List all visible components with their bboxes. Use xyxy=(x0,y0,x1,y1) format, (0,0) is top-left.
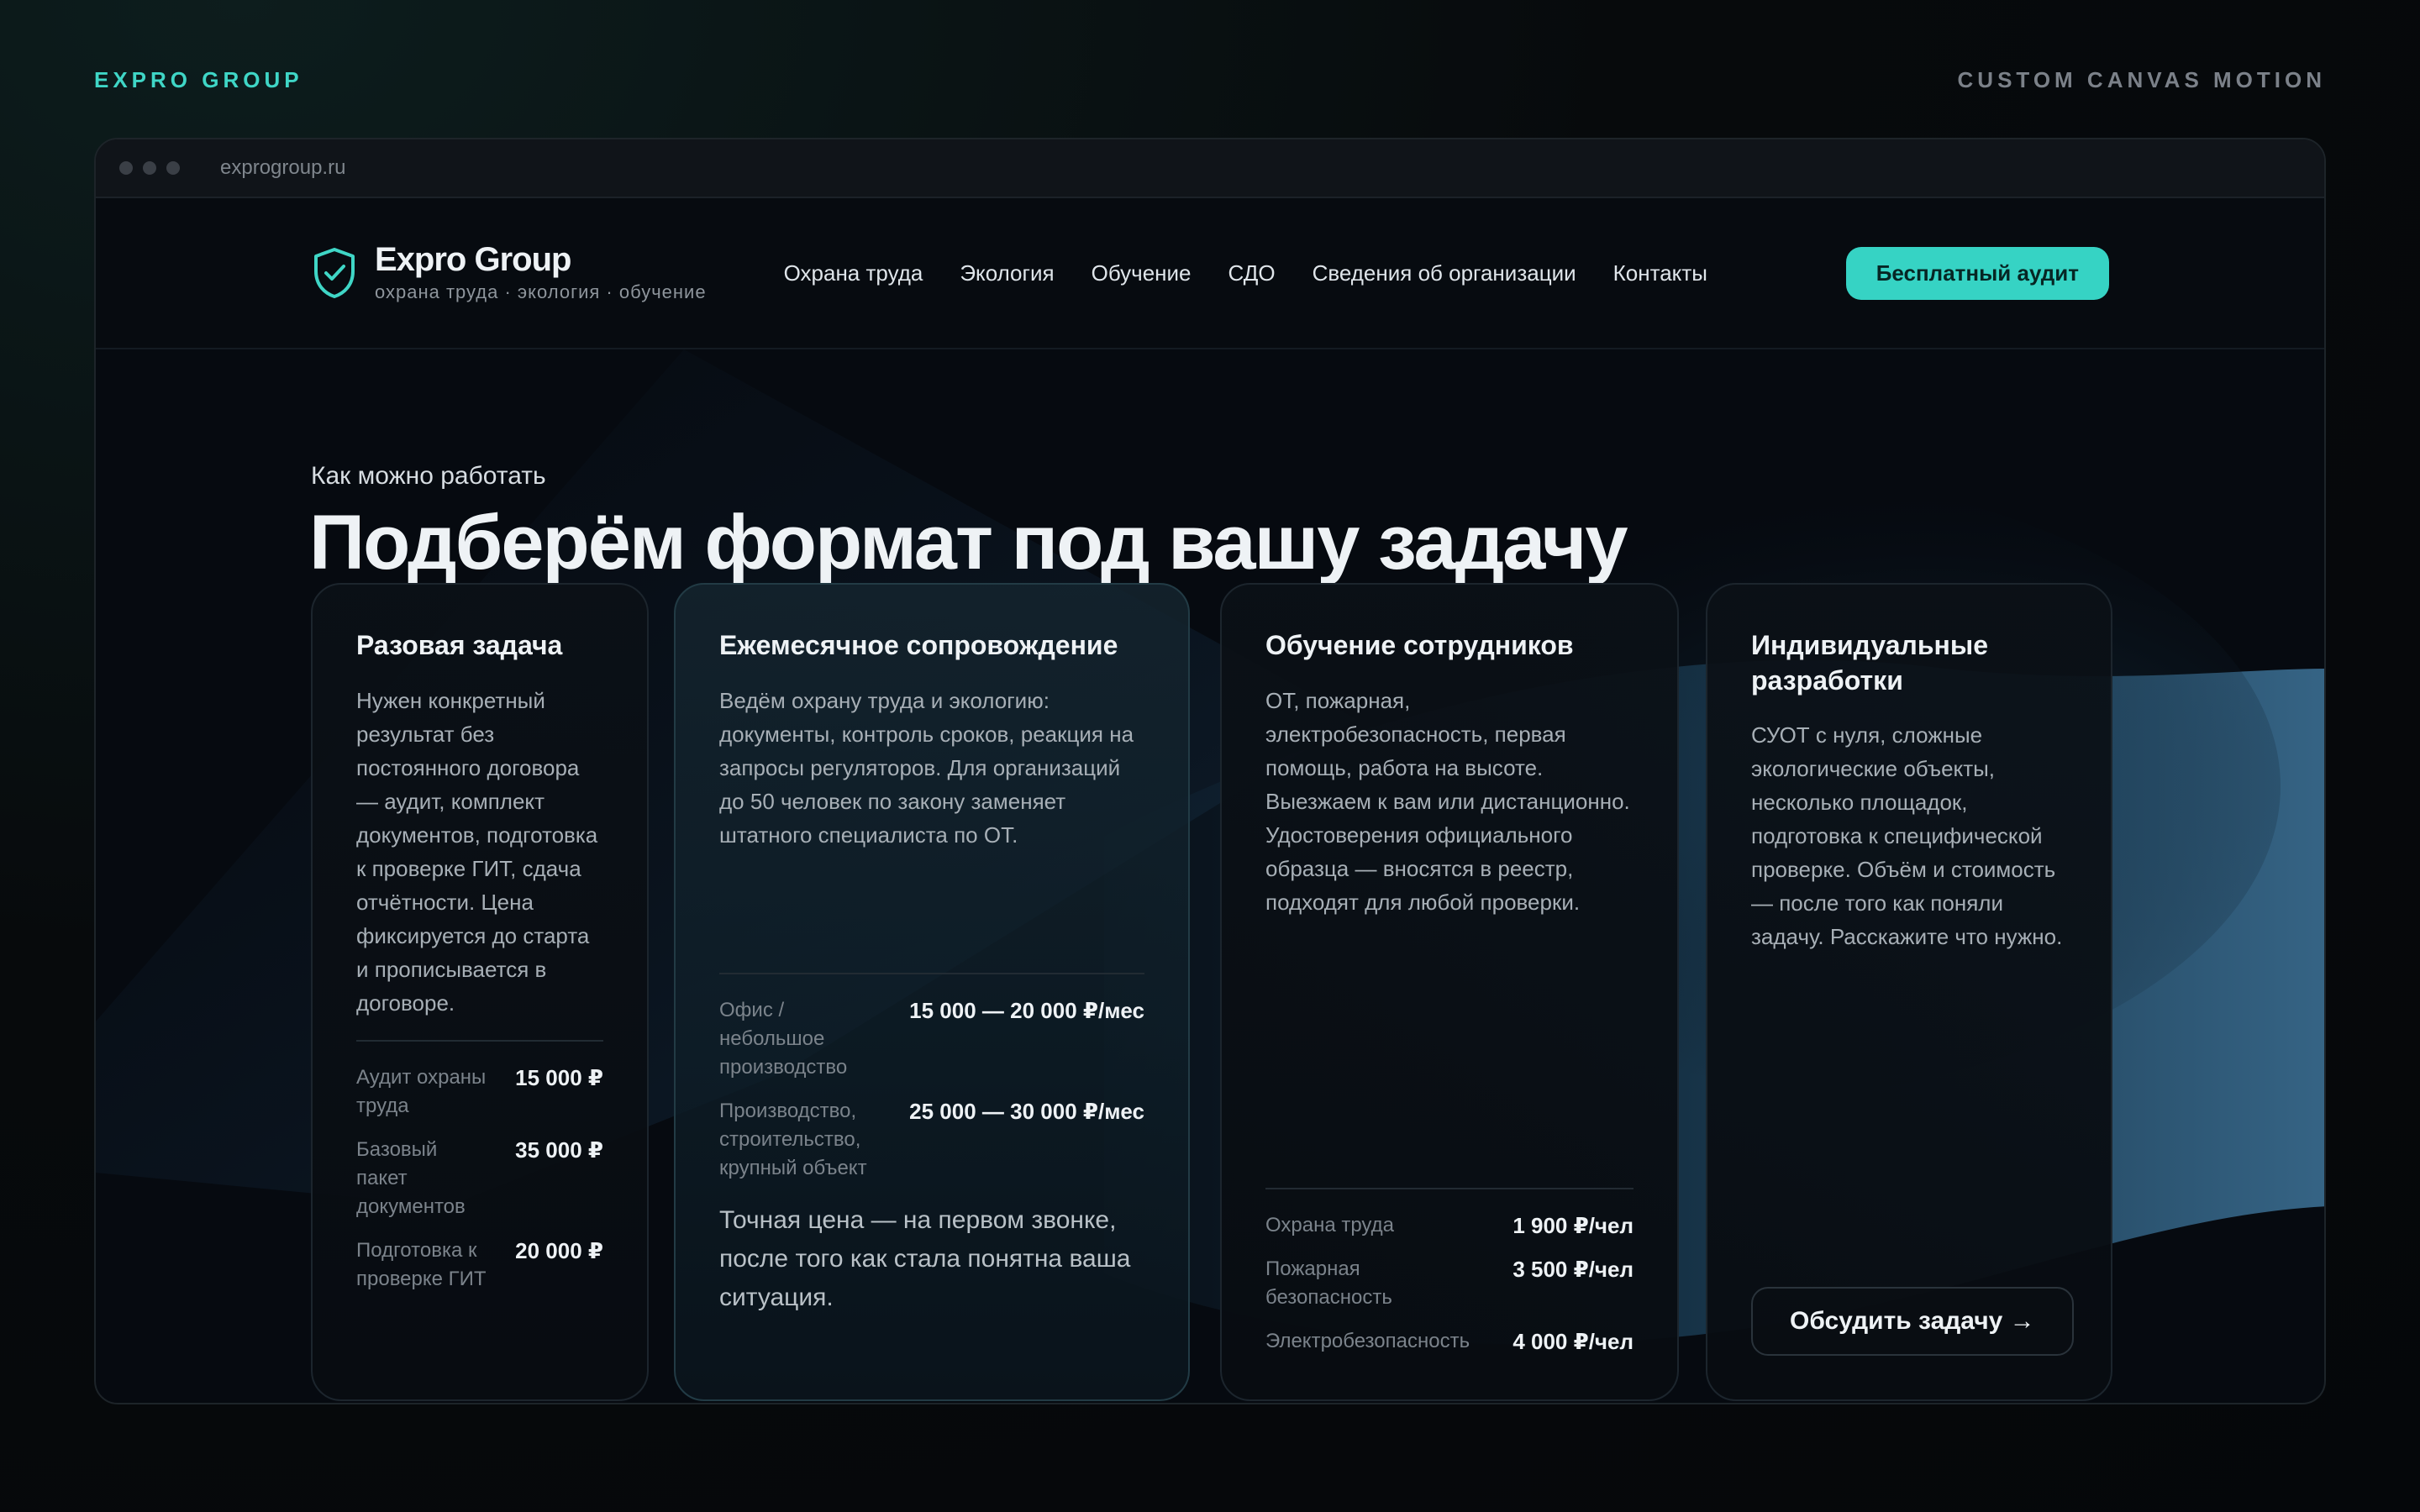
price-label: Базовый пакет документов xyxy=(356,1137,466,1218)
nav-item-contacts[interactable]: Контакты xyxy=(1613,260,1707,286)
price-label: Охрана труда xyxy=(1265,1214,1394,1236)
card-custom-development: Индивидуальные разработки СУОТ с нуля, с… xyxy=(1706,583,2112,1401)
nav-item-organization[interactable]: Сведения об организации xyxy=(1313,260,1576,286)
price-value: 25 000 — 30 000 ₽/мес xyxy=(909,1098,1144,1124)
card-description: СУОТ с нуля, сложные экологические объек… xyxy=(1751,722,2063,950)
card-description: Нужен конкретный результат без постоянно… xyxy=(356,687,598,1016)
card-employee-training: Обучение сотрудников ОТ, пожарная, элект… xyxy=(1220,583,1679,1401)
logo-name: Expro Group xyxy=(375,241,571,278)
price-note: Точная цена — на первом звонке, после то… xyxy=(719,1205,1131,1311)
price-row: Базовый пакет документов 35 000 ₽ xyxy=(356,1136,603,1221)
price-value: 1 900 ₽/чел xyxy=(1512,1213,1634,1238)
price-value: 3 500 ₽/чел xyxy=(1512,1257,1634,1282)
discuss-task-button[interactable]: Обсудить задачу → xyxy=(1751,1287,2074,1356)
card-description: Ведём охрану труда и экологию: документы… xyxy=(719,687,1134,848)
nav-item-sdo[interactable]: СДО xyxy=(1228,260,1276,286)
brand-label: EXPRO GROUP xyxy=(94,67,303,92)
section-kicker: Как можно работать xyxy=(311,462,546,490)
divider xyxy=(1265,1188,1634,1189)
browser-toolbar: exprogroup.ru xyxy=(96,139,2324,198)
price-row: Электробезопасность 4 000 ₽/чел xyxy=(1265,1327,1634,1356)
price-row: Офис / небольшое производство 15 000 — 2… xyxy=(719,996,1144,1082)
price-label: Офис / небольшое производство xyxy=(719,998,848,1079)
price-value: 20 000 ₽ xyxy=(515,1237,603,1263)
site-header: Expro Group охрана труда · экология · об… xyxy=(96,198,2324,349)
price-value: 15 000 ₽ xyxy=(515,1064,603,1090)
card-title: Индивидуальные разработки xyxy=(1751,630,1988,696)
price-value: 15 000 — 20 000 ₽/мес xyxy=(909,997,1144,1023)
address-bar[interactable]: exprogroup.ru xyxy=(220,156,345,180)
card-one-time-task: Разовая задача Нужен конкретный результа… xyxy=(311,583,649,1401)
shield-check-icon xyxy=(314,248,355,298)
browser-window: exprogroup.ru Expro Group охрана труда ·… xyxy=(94,138,2326,1404)
price-label: Пожарная безопасность xyxy=(1265,1257,1392,1309)
price-row: Аудит охраны труда 15 000 ₽ xyxy=(356,1063,603,1121)
price-label: Электробезопасность xyxy=(1265,1330,1470,1352)
card-monthly-support: Ежемесячное сопровождение Ведём охрану т… xyxy=(674,583,1190,1401)
price-label: Производство, строительство, крупный объ… xyxy=(719,1099,867,1179)
price-row: Охрана труда 1 900 ₽/чел xyxy=(1265,1211,1634,1240)
price-value: 35 000 ₽ xyxy=(515,1137,603,1163)
window-dot-icon xyxy=(143,161,156,175)
free-audit-button[interactable]: Бесплатный аудит xyxy=(1845,246,2109,300)
nav-item-ecology[interactable]: Экология xyxy=(960,260,1054,286)
price-list: Охрана труда 1 900 ₽/чел Пожарная безопа… xyxy=(1265,1188,1634,1356)
card-title: Разовая задача xyxy=(356,630,563,660)
site-logo[interactable]: Expro Group охрана труда · экология · об… xyxy=(311,243,707,303)
window-dot-icon xyxy=(119,161,133,175)
logo-tagline: охрана труда · экология · обучение xyxy=(375,281,707,302)
card-description: ОТ, пожарная, электробезопасность, перва… xyxy=(1265,687,1630,915)
main-menu: Охрана труда Экология Обучение СДО Сведе… xyxy=(784,260,1744,286)
price-row: Производство, строительство, крупный объ… xyxy=(719,1097,1144,1183)
window-dot-icon xyxy=(166,161,180,175)
section-title: Подберём формат под вашу задачу xyxy=(309,500,1628,585)
divider xyxy=(719,972,1144,974)
card-title: Обучение сотрудников xyxy=(1265,630,1574,660)
price-label: Аудит охраны труда xyxy=(356,1065,487,1117)
price-row: Пожарная безопасность 3 500 ₽/чел xyxy=(1265,1255,1634,1312)
page-content: Expro Group охрана труда · экология · об… xyxy=(96,198,2324,1403)
card-title: Ежемесячное сопровождение xyxy=(719,630,1118,660)
motion-label: CUSTOM CANVAS MOTION xyxy=(1957,67,2326,92)
divider xyxy=(356,1039,603,1042)
price-value: 4 000 ₽/чел xyxy=(1512,1329,1634,1354)
price-row: Подготовка к проверке ГИТ 20 000 ₽ xyxy=(356,1236,603,1294)
price-label: Подготовка к проверке ГИТ xyxy=(356,1238,487,1290)
nav-item-labor-safety[interactable]: Охрана труда xyxy=(784,260,923,286)
nav-item-training[interactable]: Обучение xyxy=(1092,260,1192,286)
